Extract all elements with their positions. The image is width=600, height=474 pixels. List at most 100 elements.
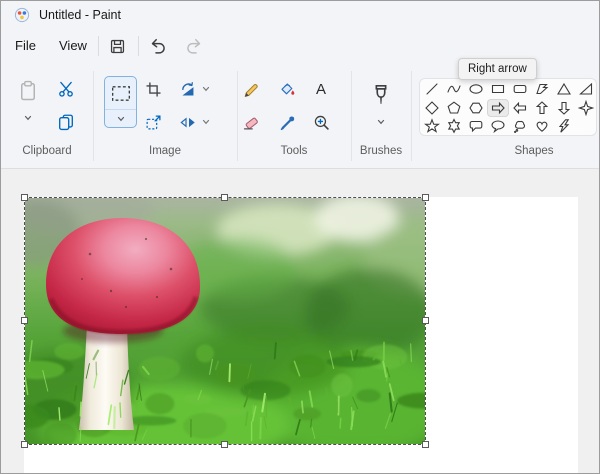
magnifier-icon <box>314 115 329 130</box>
left-arrow-icon <box>513 101 527 115</box>
shape-five-point-star[interactable] <box>421 117 443 136</box>
redo-icon <box>187 38 201 54</box>
rotate-dropdown[interactable] <box>198 81 214 97</box>
shape-rounded-rectangle[interactable] <box>509 80 531 99</box>
shape-line[interactable] <box>421 80 443 99</box>
selection-handle-top-left[interactable] <box>21 194 28 201</box>
brushes-dropdown[interactable] <box>373 115 389 129</box>
group-label-image: Image <box>149 145 181 157</box>
shape-down-arrow[interactable] <box>553 99 575 118</box>
redo-button[interactable] <box>181 34 207 58</box>
shape-cloud-callout[interactable] <box>509 117 531 136</box>
shape-pentagon[interactable] <box>443 99 465 118</box>
flip-button[interactable] <box>176 111 198 133</box>
diamond-icon <box>425 101 439 115</box>
group-label-tools: Tools <box>280 145 308 157</box>
fill-bucket-icon <box>280 82 294 95</box>
selection-handle-bottom-middle[interactable] <box>221 441 228 448</box>
shape-right-arrow[interactable] <box>487 98 509 118</box>
shape-hexagon[interactable] <box>465 99 487 118</box>
menu-view[interactable]: View <box>51 34 95 58</box>
paint-window: Untitled - Paint File View Clipboard Ima… <box>0 0 600 474</box>
mushroom-photo <box>25 198 425 444</box>
magnifier-tool[interactable] <box>310 111 332 133</box>
flip-dropdown[interactable] <box>198 114 214 130</box>
shape-diamond[interactable] <box>421 99 443 118</box>
chevron-down-icon <box>202 119 210 125</box>
paste-button[interactable] <box>15 77 41 105</box>
resize-button[interactable] <box>142 111 164 133</box>
selection-handle-middle-left[interactable] <box>21 317 28 324</box>
paste-dropdown[interactable] <box>18 110 38 126</box>
shape-oval-callout[interactable] <box>487 117 509 136</box>
shape-triangle[interactable] <box>553 80 575 99</box>
save-button[interactable] <box>104 34 130 58</box>
text-tool[interactable]: A <box>310 78 332 100</box>
color-picker-tool[interactable] <box>276 111 298 133</box>
copy-button[interactable] <box>54 110 78 134</box>
rotate-icon <box>181 81 193 95</box>
text-tool-icon: A <box>315 80 326 98</box>
fill-tool[interactable] <box>276 78 298 100</box>
rotate-button[interactable] <box>176 78 198 100</box>
lightning-icon <box>558 119 570 134</box>
shape-oval[interactable] <box>465 80 487 99</box>
brushes-button[interactable] <box>367 81 395 109</box>
cloud-callout-icon <box>514 121 525 134</box>
shape-polygon[interactable] <box>531 80 553 99</box>
shape-right-triangle[interactable] <box>575 80 597 99</box>
undo-button[interactable] <box>145 34 171 58</box>
eyedropper-icon <box>280 115 294 130</box>
pencil-tool[interactable] <box>239 78 261 100</box>
canvas-area[interactable] <box>1 169 599 473</box>
menu-file[interactable]: File <box>7 34 44 58</box>
shape-lightning[interactable] <box>553 117 575 136</box>
up-arrow-icon <box>535 101 549 114</box>
eraser-tool[interactable] <box>239 111 261 133</box>
rounded-rectangle-icon <box>513 85 527 94</box>
chevron-down-icon <box>24 115 32 121</box>
rounded-callout-icon <box>469 121 483 133</box>
shape-rectangle[interactable] <box>487 80 509 99</box>
shapes-grid <box>421 80 597 136</box>
select-button[interactable] <box>104 76 137 128</box>
chevron-down-icon <box>377 119 385 125</box>
shape-heart[interactable] <box>531 117 553 136</box>
group-label-shapes: Shapes <box>514 145 554 157</box>
resize-icon <box>146 114 161 129</box>
selection-handle-middle-right[interactable] <box>422 317 429 324</box>
shape-curve[interactable] <box>443 80 465 99</box>
oval-callout-icon <box>491 120 505 134</box>
menubar-divider <box>98 36 99 56</box>
selection-handle-bottom-left[interactable] <box>21 441 28 448</box>
titlebar: Untitled - Paint <box>1 1 599 29</box>
selection-handle-top-middle[interactable] <box>221 194 228 201</box>
right-arrow-icon <box>491 101 505 115</box>
shapes-panel <box>419 78 597 136</box>
eraser-icon <box>243 117 258 130</box>
oval-icon <box>469 84 483 95</box>
image-selection[interactable] <box>21 194 429 448</box>
undo-icon <box>151 38 165 54</box>
shape-rounded-callout[interactable] <box>465 117 487 136</box>
select-dropdown[interactable] <box>105 110 136 127</box>
mushroom-cap <box>46 218 201 334</box>
select-tool[interactable] <box>105 77 136 110</box>
selection-handle-top-right[interactable] <box>422 194 429 201</box>
shape-left-arrow[interactable] <box>509 99 531 118</box>
hexagon-icon <box>469 102 483 114</box>
tooltip-right-arrow: Right arrow <box>458 58 537 80</box>
cut-scissors-icon <box>59 81 73 97</box>
triangle-icon <box>557 83 571 95</box>
rectangle-icon <box>491 85 505 94</box>
crop-button[interactable] <box>142 78 164 100</box>
selection-handle-bottom-right[interactable] <box>422 441 429 448</box>
shape-six-point-star[interactable] <box>443 117 465 136</box>
cut-button[interactable] <box>54 77 78 101</box>
shape-four-point-star[interactable] <box>575 99 597 118</box>
line-icon <box>426 83 438 95</box>
shape-up-arrow[interactable] <box>531 99 553 118</box>
select-rectangle-icon <box>111 85 130 101</box>
paint-canvas[interactable] <box>21 194 578 473</box>
crop-icon <box>145 81 161 97</box>
